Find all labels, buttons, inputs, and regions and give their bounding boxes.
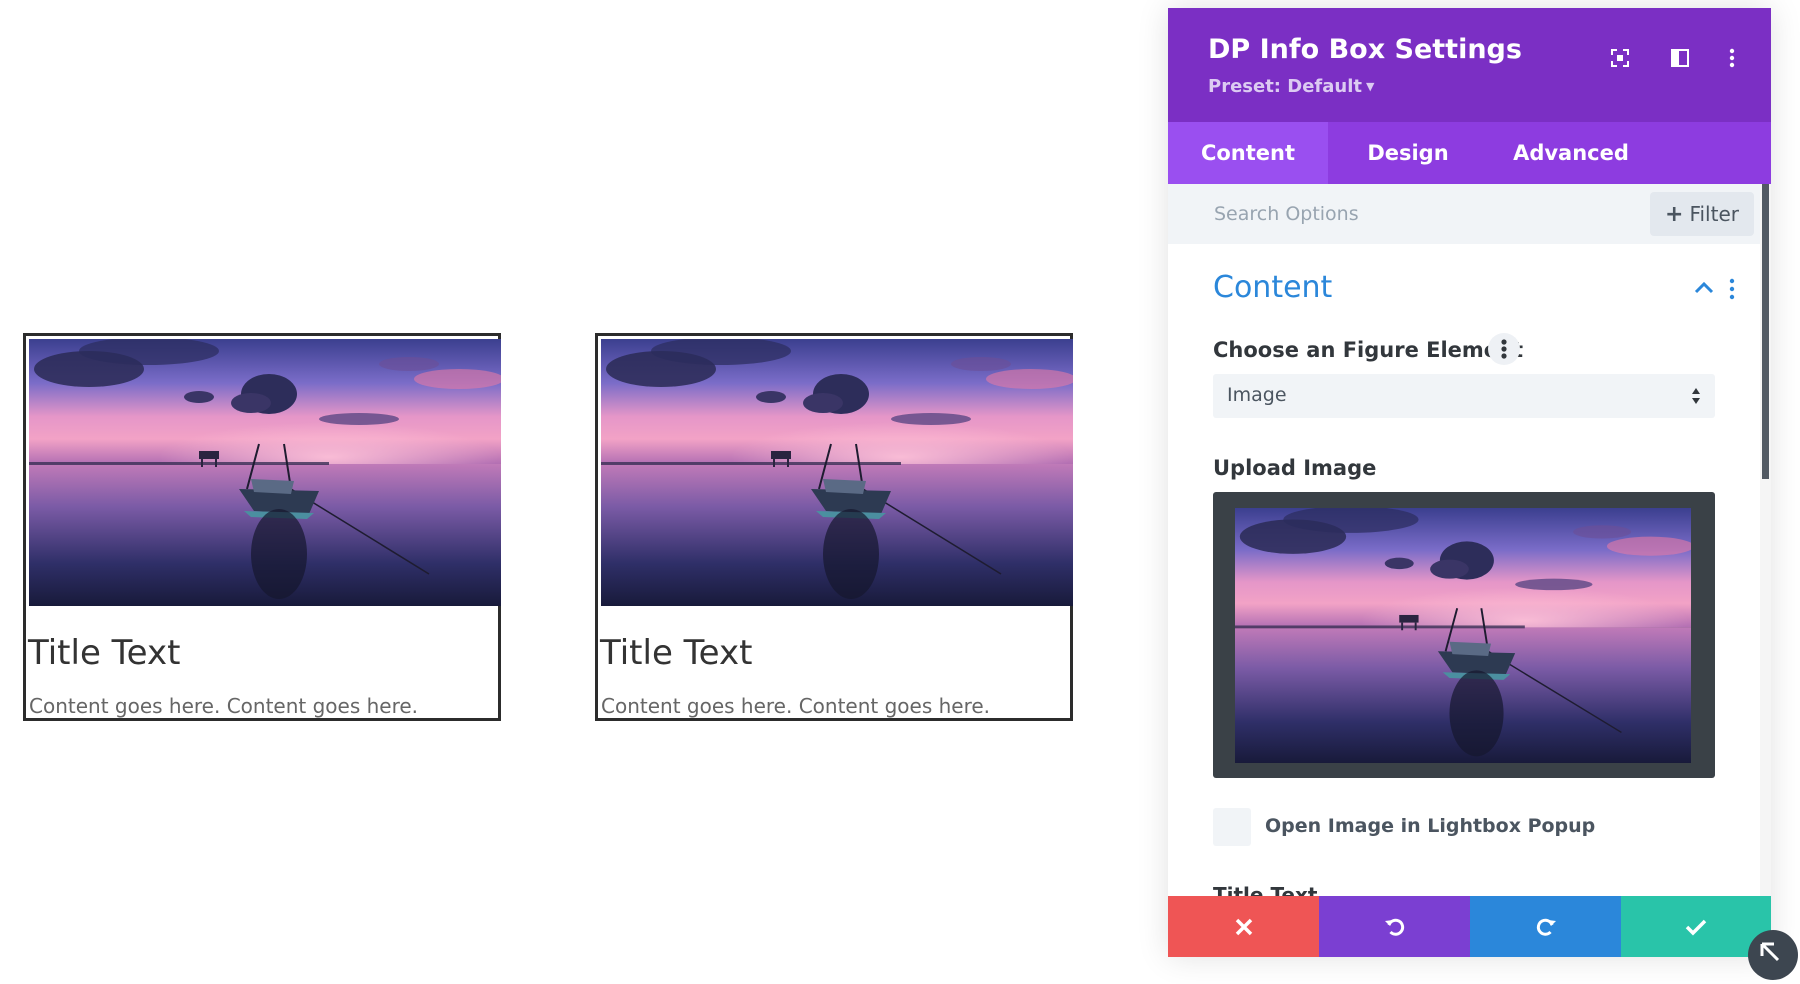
figure-element-select[interactable]: Image	[1213, 374, 1715, 418]
info-box-card-2[interactable]: Title Text Content goes here. Content go…	[595, 333, 1073, 721]
plus-icon: +	[1665, 202, 1683, 227]
undo-button[interactable]	[1319, 896, 1470, 957]
caret-down-icon: ▼	[1366, 80, 1374, 93]
card-content: Content goes here. Content goes here.	[601, 694, 990, 718]
panel-footer	[1168, 896, 1771, 957]
section-title[interactable]: Content	[1213, 270, 1332, 305]
preset-dropdown[interactable]: Preset: Default ▼	[1208, 76, 1374, 97]
field-options-icon[interactable]	[1488, 333, 1520, 365]
preset-label: Preset: Default	[1208, 76, 1362, 97]
search-input[interactable]	[1198, 184, 1598, 244]
card-content: Content goes here. Content goes here.	[29, 694, 418, 718]
upload-image-label: Upload Image	[1213, 456, 1376, 480]
section-more-icon[interactable]	[1728, 278, 1736, 300]
filter-button[interactable]: +Filter	[1650, 192, 1754, 236]
redo-button[interactable]	[1470, 896, 1621, 957]
cancel-button[interactable]	[1168, 896, 1319, 957]
more-vertical-icon[interactable]	[1720, 46, 1744, 70]
resize-handle[interactable]	[1748, 930, 1798, 980]
upload-image-preview[interactable]	[1213, 492, 1715, 778]
fullscreen-icon[interactable]	[1608, 46, 1632, 70]
lightbox-label: Open Image in Lightbox Popup	[1265, 815, 1595, 837]
filter-label: Filter	[1689, 202, 1739, 226]
card-image	[29, 339, 501, 606]
redo-icon	[1534, 915, 1558, 939]
undo-icon	[1383, 915, 1407, 939]
chevron-up-icon[interactable]	[1693, 280, 1715, 296]
tab-content[interactable]: Content	[1168, 122, 1328, 184]
split-view-icon[interactable]	[1668, 46, 1692, 70]
card-title: Title Text	[600, 633, 752, 673]
settings-panel: DP Info Box Settings Preset: Default ▼ Co…	[1168, 8, 1771, 957]
info-box-card-1[interactable]: Title Text Content goes here. Content go…	[23, 333, 501, 721]
figure-element-value: Image	[1227, 384, 1287, 406]
card-image	[601, 339, 1073, 606]
card-title: Title Text	[28, 633, 180, 673]
sunset-photo-icon	[1235, 508, 1691, 763]
check-icon	[1684, 915, 1708, 939]
lightbox-checkbox[interactable]	[1213, 808, 1251, 846]
tab-design[interactable]: Design	[1333, 122, 1483, 184]
resize-arrow-icon	[1748, 930, 1798, 980]
sunset-photo-icon	[29, 339, 501, 606]
select-arrows-icon	[1691, 385, 1701, 407]
scrollbar-thumb[interactable]	[1762, 184, 1769, 479]
figure-element-label: Choose an Figure Element	[1213, 338, 1523, 362]
close-icon	[1233, 916, 1255, 938]
panel-header: DP Info Box Settings Preset: Default ▼	[1168, 8, 1771, 122]
sunset-photo-icon	[601, 339, 1073, 606]
panel-scrollbar[interactable]	[1760, 184, 1771, 904]
search-row: +Filter	[1168, 184, 1760, 244]
tab-advanced[interactable]: Advanced	[1486, 122, 1656, 184]
preview-image	[1235, 508, 1691, 763]
panel-title: DP Info Box Settings	[1208, 34, 1522, 65]
tab-bar: Content Design Advanced	[1168, 122, 1771, 184]
